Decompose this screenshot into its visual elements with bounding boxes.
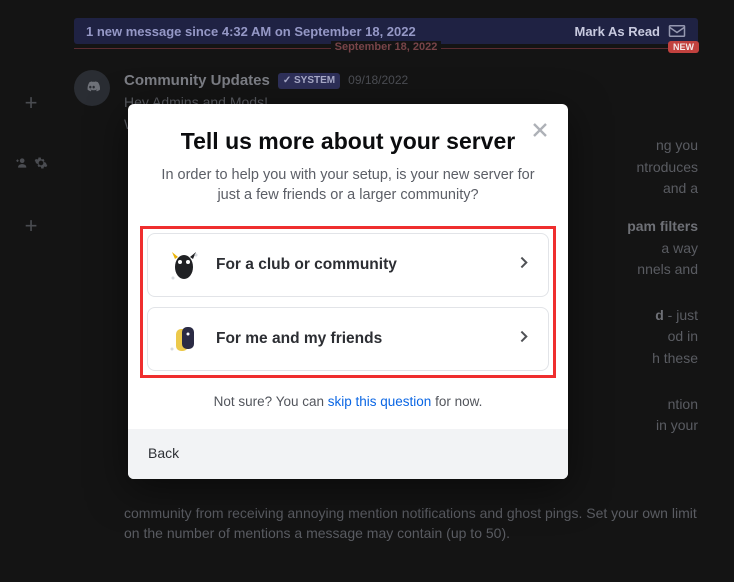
close-button[interactable] [528, 118, 552, 142]
chevron-right-icon [515, 254, 532, 276]
date-divider: September 18, 2022 NEW [74, 48, 698, 49]
system-badge: ✓ SYSTEM [278, 73, 340, 89]
friends-icon [164, 319, 204, 359]
message-author[interactable]: Community Updates [124, 70, 270, 91]
mark-as-read-button[interactable]: Mark As Read [575, 24, 687, 39]
skip-link[interactable]: skip this question [328, 394, 432, 409]
server-sidebar: + + [0, 0, 62, 582]
option-label: For a club or community [216, 256, 515, 274]
banner-text: 1 new message since 4:32 AM on September… [86, 24, 416, 39]
chevron-right-icon [515, 328, 532, 350]
modal-subtitle: In order to help you with your setup, is… [152, 165, 544, 206]
back-button[interactable]: Back [148, 445, 179, 461]
avatar[interactable] [74, 70, 110, 106]
server-setup-modal: Tell us more about your server In order … [128, 104, 568, 479]
plus-icon[interactable]: + [25, 213, 38, 239]
add-friend-icon[interactable] [14, 156, 28, 173]
modal-title: Tell us more about your server [152, 128, 544, 155]
skip-row: Not sure? You can skip this question for… [128, 386, 568, 429]
option-friends[interactable]: For me and my friends [147, 307, 549, 371]
message-continuation: community from receiving annoying mentio… [124, 504, 698, 543]
option-highlight: For a club or community For me and my fr… [140, 226, 556, 378]
message-timestamp: 09/18/2022 [348, 72, 408, 89]
community-icon [164, 245, 204, 285]
option-label: For me and my friends [216, 330, 515, 348]
plus-icon[interactable]: + [25, 90, 38, 116]
new-badge: NEW [668, 41, 699, 53]
divider-date: September 18, 2022 [331, 41, 442, 49]
option-club-community[interactable]: For a club or community [147, 233, 549, 297]
gear-icon[interactable] [34, 156, 48, 173]
